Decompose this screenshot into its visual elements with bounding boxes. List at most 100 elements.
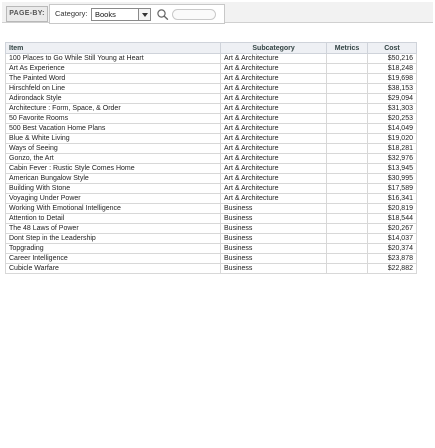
page-by-bar: PAGE-BY: Category: Books — [2, 2, 433, 24]
table-row: Hirschfeld on Line Art & Architecture $38,… — [4, 83, 418, 94]
category-value: Books — [95, 10, 116, 19]
cell-subcategory: Business — [220, 213, 328, 224]
cell-item: 50 Favorite Rooms — [4, 113, 222, 124]
grid-header-row: Item Subcategory Metrics Cost — [4, 42, 418, 54]
search-icon[interactable] — [156, 7, 170, 21]
cell-subcategory: Art & Architecture — [220, 113, 328, 124]
cell-item: Hirschfeld on Line — [4, 83, 222, 94]
header-metrics[interactable]: Metrics — [326, 42, 368, 54]
cell-metrics — [326, 243, 368, 254]
cell-cost: $19,698 — [366, 73, 418, 84]
category-label: Category: — [55, 9, 88, 18]
cell-subcategory: Art & Architecture — [220, 53, 328, 64]
cell-cost: $13,945 — [366, 163, 418, 174]
cell-item: The Painted Word — [4, 73, 222, 84]
cell-cost: $22,882 — [366, 263, 418, 274]
cell-cost: $20,819 — [366, 203, 418, 214]
cell-cost: $32,976 — [366, 153, 418, 164]
cell-cost: $29,094 — [366, 93, 418, 104]
cell-cost: $50,216 — [366, 53, 418, 64]
cell-metrics — [326, 163, 368, 174]
table-row: Attention to Detail Business $18,544 — [4, 213, 418, 224]
cell-subcategory: Art & Architecture — [220, 123, 328, 134]
table-row: Adirondack Style Art & Architecture $29,09… — [4, 93, 418, 104]
data-grid: Item Subcategory Metrics Cost 100 Places… — [4, 42, 418, 274]
cell-subcategory: Business — [220, 233, 328, 244]
cell-metrics — [326, 173, 368, 184]
cell-item: Gonzo, the Art — [4, 153, 222, 164]
cell-item: Cabin Fever : Rustic Style Comes Home — [4, 163, 222, 174]
cell-item: Career Intelligence — [4, 253, 222, 264]
table-row: American Bungalow Style Art & Architectur… — [4, 173, 418, 184]
cell-subcategory: Art & Architecture — [220, 193, 328, 204]
header-item[interactable]: Item — [4, 42, 222, 54]
cell-cost: $17,589 — [366, 183, 418, 194]
cell-cost: $14,049 — [366, 123, 418, 134]
table-row: 50 Favorite Rooms Art & Architecture $20,2… — [4, 113, 418, 124]
cell-metrics — [326, 203, 368, 214]
table-row: Working With Emotional Intelligence Busin… — [4, 203, 418, 214]
cell-item: Blue & White Living — [4, 133, 222, 144]
cell-item: Architecture : Form, Space, & Order — [4, 103, 222, 114]
cell-subcategory: Art & Architecture — [220, 93, 328, 104]
cell-cost: $16,341 — [366, 193, 418, 204]
category-dropdown[interactable]: Books — [91, 8, 151, 21]
cell-item: Building With Stone — [4, 183, 222, 194]
cell-item: 500 Best Vacation Home Plans — [4, 123, 222, 134]
cell-metrics — [326, 263, 368, 274]
table-row: 500 Best Vacation Home Plans Art & Archit… — [4, 123, 418, 134]
cell-metrics — [326, 123, 368, 134]
cell-cost: $31,303 — [366, 103, 418, 114]
cell-cost: $18,544 — [366, 213, 418, 224]
cell-metrics — [326, 63, 368, 74]
cell-item: 100 Places to Go While Still Young at He… — [4, 53, 222, 64]
header-cost[interactable]: Cost — [366, 42, 418, 54]
cell-metrics — [326, 253, 368, 264]
cell-cost: $23,878 — [366, 253, 418, 264]
header-subcategory[interactable]: Subcategory — [220, 42, 328, 54]
cell-item: The 48 Laws of Power — [4, 223, 222, 234]
cell-subcategory: Art & Architecture — [220, 163, 328, 174]
cell-item: Topgrading — [4, 243, 222, 254]
cell-item: Ways of Seeing — [4, 143, 222, 154]
grid-body: 100 Places to Go While Still Young at He… — [4, 53, 418, 274]
cell-item: Cubicle Warfare — [4, 263, 222, 274]
cell-subcategory: Art & Architecture — [220, 143, 328, 154]
cell-cost: $20,267 — [366, 223, 418, 234]
table-row: Cubicle Warfare Business $22,882 — [4, 263, 418, 274]
cell-subcategory: Art & Architecture — [220, 73, 328, 84]
page-by-selector: Category: Books — [49, 4, 225, 24]
cell-item: Adirondack Style — [4, 93, 222, 104]
cell-cost: $18,248 — [366, 63, 418, 74]
cell-subcategory: Art & Architecture — [220, 103, 328, 114]
cell-metrics — [326, 213, 368, 224]
cell-item: Working With Emotional Intelligence — [4, 203, 222, 214]
cell-subcategory: Business — [220, 203, 328, 214]
cell-metrics — [326, 93, 368, 104]
table-row: The Painted Word Art & Architecture $19,69… — [4, 73, 418, 84]
cell-metrics — [326, 143, 368, 154]
cell-subcategory: Art & Architecture — [220, 153, 328, 164]
cell-metrics — [326, 73, 368, 84]
cell-subcategory: Business — [220, 223, 328, 234]
cell-cost: $18,281 — [366, 143, 418, 154]
cell-metrics — [326, 53, 368, 64]
cell-subcategory: Art & Architecture — [220, 83, 328, 94]
table-row: Career Intelligence Business $23,878 — [4, 253, 418, 264]
cell-metrics — [326, 83, 368, 94]
cell-metrics — [326, 223, 368, 234]
cell-cost: $38,153 — [366, 83, 418, 94]
cell-metrics — [326, 183, 368, 194]
cell-subcategory: Business — [220, 263, 328, 274]
cell-item: Attention to Detail — [4, 213, 222, 224]
table-row: Art As Experience Art & Architecture $18,2… — [4, 63, 418, 74]
cell-cost: $14,037 — [366, 233, 418, 244]
search-input[interactable] — [172, 9, 216, 20]
cell-cost: $20,253 — [366, 113, 418, 124]
cell-metrics — [326, 103, 368, 114]
cell-cost: $30,995 — [366, 173, 418, 184]
cell-metrics — [326, 153, 368, 164]
chevron-down-icon[interactable] — [138, 9, 150, 20]
cell-item: Dont Step in the Leadership — [4, 233, 222, 244]
cell-cost: $19,020 — [366, 133, 418, 144]
